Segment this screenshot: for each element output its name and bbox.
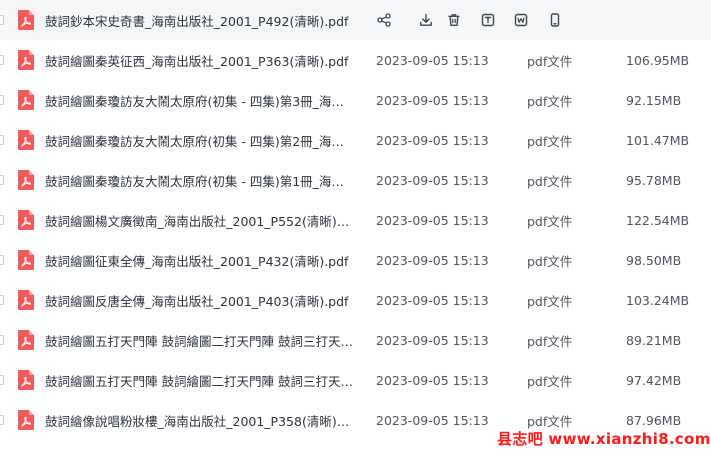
file-date: 2023-09-05 15:13 (376, 252, 489, 268)
file-row[interactable]: 鼓詞繪圖反唐全傳_海南出版社_2001_P403(清晰).pdf 2023-09-… (0, 280, 711, 320)
file-row[interactable]: 鼓詞繪圖秦英征西_海南出版社_2001_P363(清晰).pdf 2023-09-… (0, 40, 711, 80)
download-icon[interactable] (418, 12, 434, 28)
row-checkbox[interactable] (0, 175, 4, 185)
file-size: 97.42MB (626, 372, 682, 388)
pdf-file-icon (16, 169, 36, 191)
file-type: pdf文件 (527, 133, 573, 149)
file-date: 2023-09-05 15:13 (376, 372, 489, 388)
file-row[interactable]: 鼓詞繪圖秦瓊訪友大鬧太原府(初集 - 四集)第1冊_海南出版社_2001 2023… (0, 160, 711, 200)
file-name[interactable]: 鼓詞繪像說唱粉妝樓_海南出版社_2001_P358(清晰).pdf (45, 411, 353, 430)
file-type: pdf文件 (527, 93, 573, 109)
pdf-file-icon (16, 89, 36, 111)
file-date: 2023-09-05 15:13 (376, 212, 489, 228)
file-size: 106.95MB (626, 52, 690, 68)
file-name[interactable]: 鼓詞繪圖征東全傳_海南出版社_2001_P432(清晰).pdf (45, 251, 353, 270)
file-row[interactable]: 鼓詞繪圖征東全傳_海南出版社_2001_P432(清晰).pdf 2023-09-… (0, 240, 711, 280)
file-size: 101.47MB (626, 132, 690, 148)
file-date: 2023-09-05 15:13 (376, 292, 489, 308)
file-size: 92.15MB (626, 92, 682, 108)
pdf-file-icon (16, 249, 36, 271)
file-size: 87.96MB (626, 412, 682, 428)
file-date: 2023-09-05 15:13 (376, 52, 489, 68)
file-row[interactable]: 鼓詞繪圖五打天門陣 鼓詞繪圖二打天門陣 鼓詞三打天門陣_海南出版社 2023-09… (0, 360, 711, 400)
file-name[interactable]: 鼓詞繪圖秦英征西_海南出版社_2001_P363(清晰).pdf (45, 51, 353, 70)
file-type: pdf文件 (527, 413, 573, 429)
file-list: 鼓詞鈔本宋史奇書_海南出版社_2001_P492(清晰).pdf 鼓詞繪圖秦英征西… (0, 0, 711, 460)
share-icon[interactable] (376, 12, 392, 28)
pdf-file-icon (16, 129, 36, 151)
file-size: 98.50MB (626, 252, 682, 268)
file-size: 89.21MB (626, 332, 682, 348)
file-type: pdf文件 (527, 253, 573, 269)
file-name[interactable]: 鼓詞鈔本宋史奇書_海南出版社_2001_P492(清晰).pdf (45, 11, 353, 30)
row-checkbox[interactable] (0, 255, 4, 265)
row-checkbox[interactable] (0, 135, 4, 145)
pdf-file-icon (16, 209, 36, 231)
file-type: pdf文件 (527, 173, 573, 189)
file-name[interactable]: 鼓詞繪圖五打天門陣 鼓詞繪圖二打天門陣 鼓詞三打天門陣_海南出版社 (45, 371, 353, 390)
row-checkbox[interactable] (0, 15, 4, 25)
file-size: 122.54MB (626, 212, 690, 228)
watermark: 县志吧 www.xianzhi8.com (497, 430, 711, 448)
file-type: pdf文件 (527, 213, 573, 229)
rename-icon[interactable] (480, 12, 496, 28)
file-type: pdf文件 (527, 373, 573, 389)
file-name[interactable]: 鼓詞繪圖秦瓊訪友大鬧太原府(初集 - 四集)第2冊_海南出版社_2001 (45, 131, 353, 150)
file-name[interactable]: 鼓詞繪圖秦瓊訪友大鬧太原府(初集 - 四集)第3冊_海南出版社_2001 (45, 91, 353, 110)
file-name[interactable]: 鼓詞繪圖楊文廣徵南_海南出版社_2001_P552(清晰).pdf (45, 211, 353, 230)
delete-icon[interactable] (446, 12, 462, 28)
file-name[interactable]: 鼓詞繪圖反唐全傳_海南出版社_2001_P403(清晰).pdf (45, 291, 353, 310)
file-row[interactable]: 鼓詞鈔本宋史奇書_海南出版社_2001_P492(清晰).pdf (0, 0, 711, 40)
pdf-file-icon (16, 49, 36, 71)
file-row[interactable]: 鼓詞繪圖秦瓊訪友大鬧太原府(初集 - 四集)第2冊_海南出版社_2001 2023… (0, 120, 711, 160)
file-type: pdf文件 (527, 53, 573, 69)
row-checkbox[interactable] (0, 215, 4, 225)
row-checkbox[interactable] (0, 335, 4, 345)
row-checkbox[interactable] (0, 375, 4, 385)
file-type: pdf文件 (527, 293, 573, 309)
file-date: 2023-09-05 15:13 (376, 412, 489, 428)
pdf-file-icon (16, 289, 36, 311)
file-row[interactable]: 鼓詞繪圖五打天門陣 鼓詞繪圖二打天門陣 鼓詞三打天門陣_海南出版社 2023-09… (0, 320, 711, 360)
file-date: 2023-09-05 15:13 (376, 92, 489, 108)
pdf-file-icon (16, 329, 36, 351)
file-size: 103.24MB (626, 292, 690, 308)
file-size: 95.78MB (626, 172, 682, 188)
pdf-file-icon (16, 9, 36, 31)
row-checkbox[interactable] (0, 55, 4, 65)
file-type: pdf文件 (527, 333, 573, 349)
file-name[interactable]: 鼓詞繪圖秦瓊訪友大鬧太原府(初集 - 四集)第1冊_海南出版社_2001 (45, 171, 353, 190)
file-date: 2023-09-05 15:13 (376, 172, 489, 188)
file-date: 2023-09-05 15:13 (376, 332, 489, 348)
file-name[interactable]: 鼓詞繪圖五打天門陣 鼓詞繪圖二打天門陣 鼓詞三打天門陣_海南出版社 (45, 331, 353, 350)
file-date: 2023-09-05 15:13 (376, 132, 489, 148)
row-checkbox[interactable] (0, 415, 4, 425)
phone-icon[interactable] (547, 12, 563, 28)
row-checkbox[interactable] (0, 295, 4, 305)
file-row[interactable]: 鼓詞繪圖楊文廣徵南_海南出版社_2001_P552(清晰).pdf 2023-09… (0, 200, 711, 240)
row-checkbox[interactable] (0, 95, 4, 105)
word-icon[interactable] (513, 12, 529, 28)
pdf-file-icon (16, 369, 36, 391)
file-row[interactable]: 鼓詞繪圖秦瓊訪友大鬧太原府(初集 - 四集)第3冊_海南出版社_2001 2023… (0, 80, 711, 120)
pdf-file-icon (16, 409, 36, 431)
